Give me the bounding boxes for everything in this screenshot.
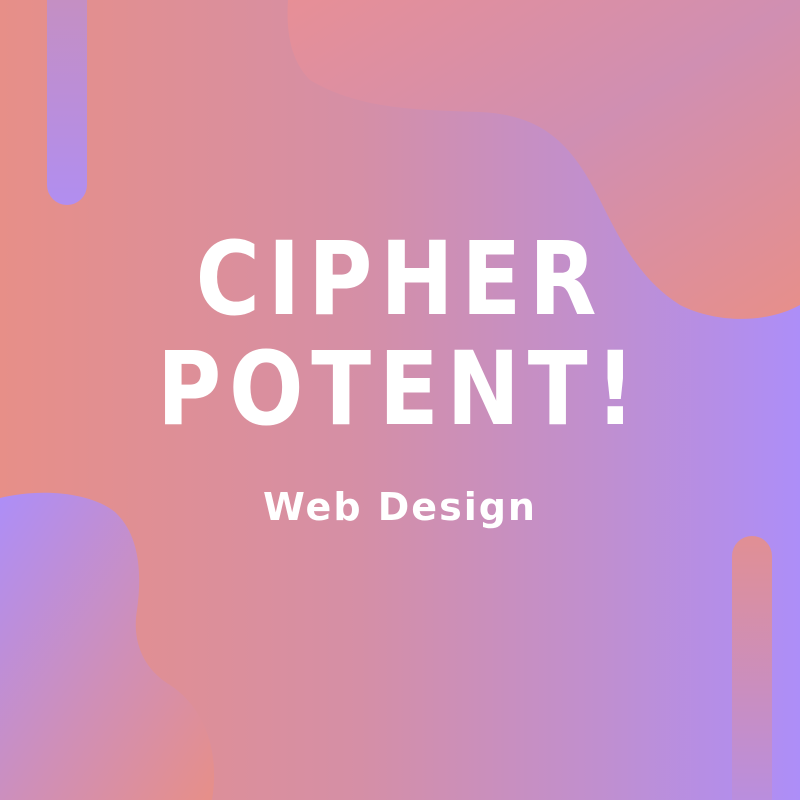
poster-subtitle: Web Design bbox=[263, 485, 537, 529]
poster-title: CIPHER POTENT! bbox=[0, 225, 800, 445]
title-line-2: POTENT! bbox=[156, 330, 644, 449]
left-pill-shape bbox=[47, 0, 87, 205]
title-line-1: CIPHER bbox=[195, 220, 605, 339]
bottom-left-blob-shape bbox=[0, 492, 215, 800]
right-pill-shape bbox=[732, 536, 772, 800]
poster-canvas: CIPHER POTENT! Web Design bbox=[0, 0, 800, 800]
